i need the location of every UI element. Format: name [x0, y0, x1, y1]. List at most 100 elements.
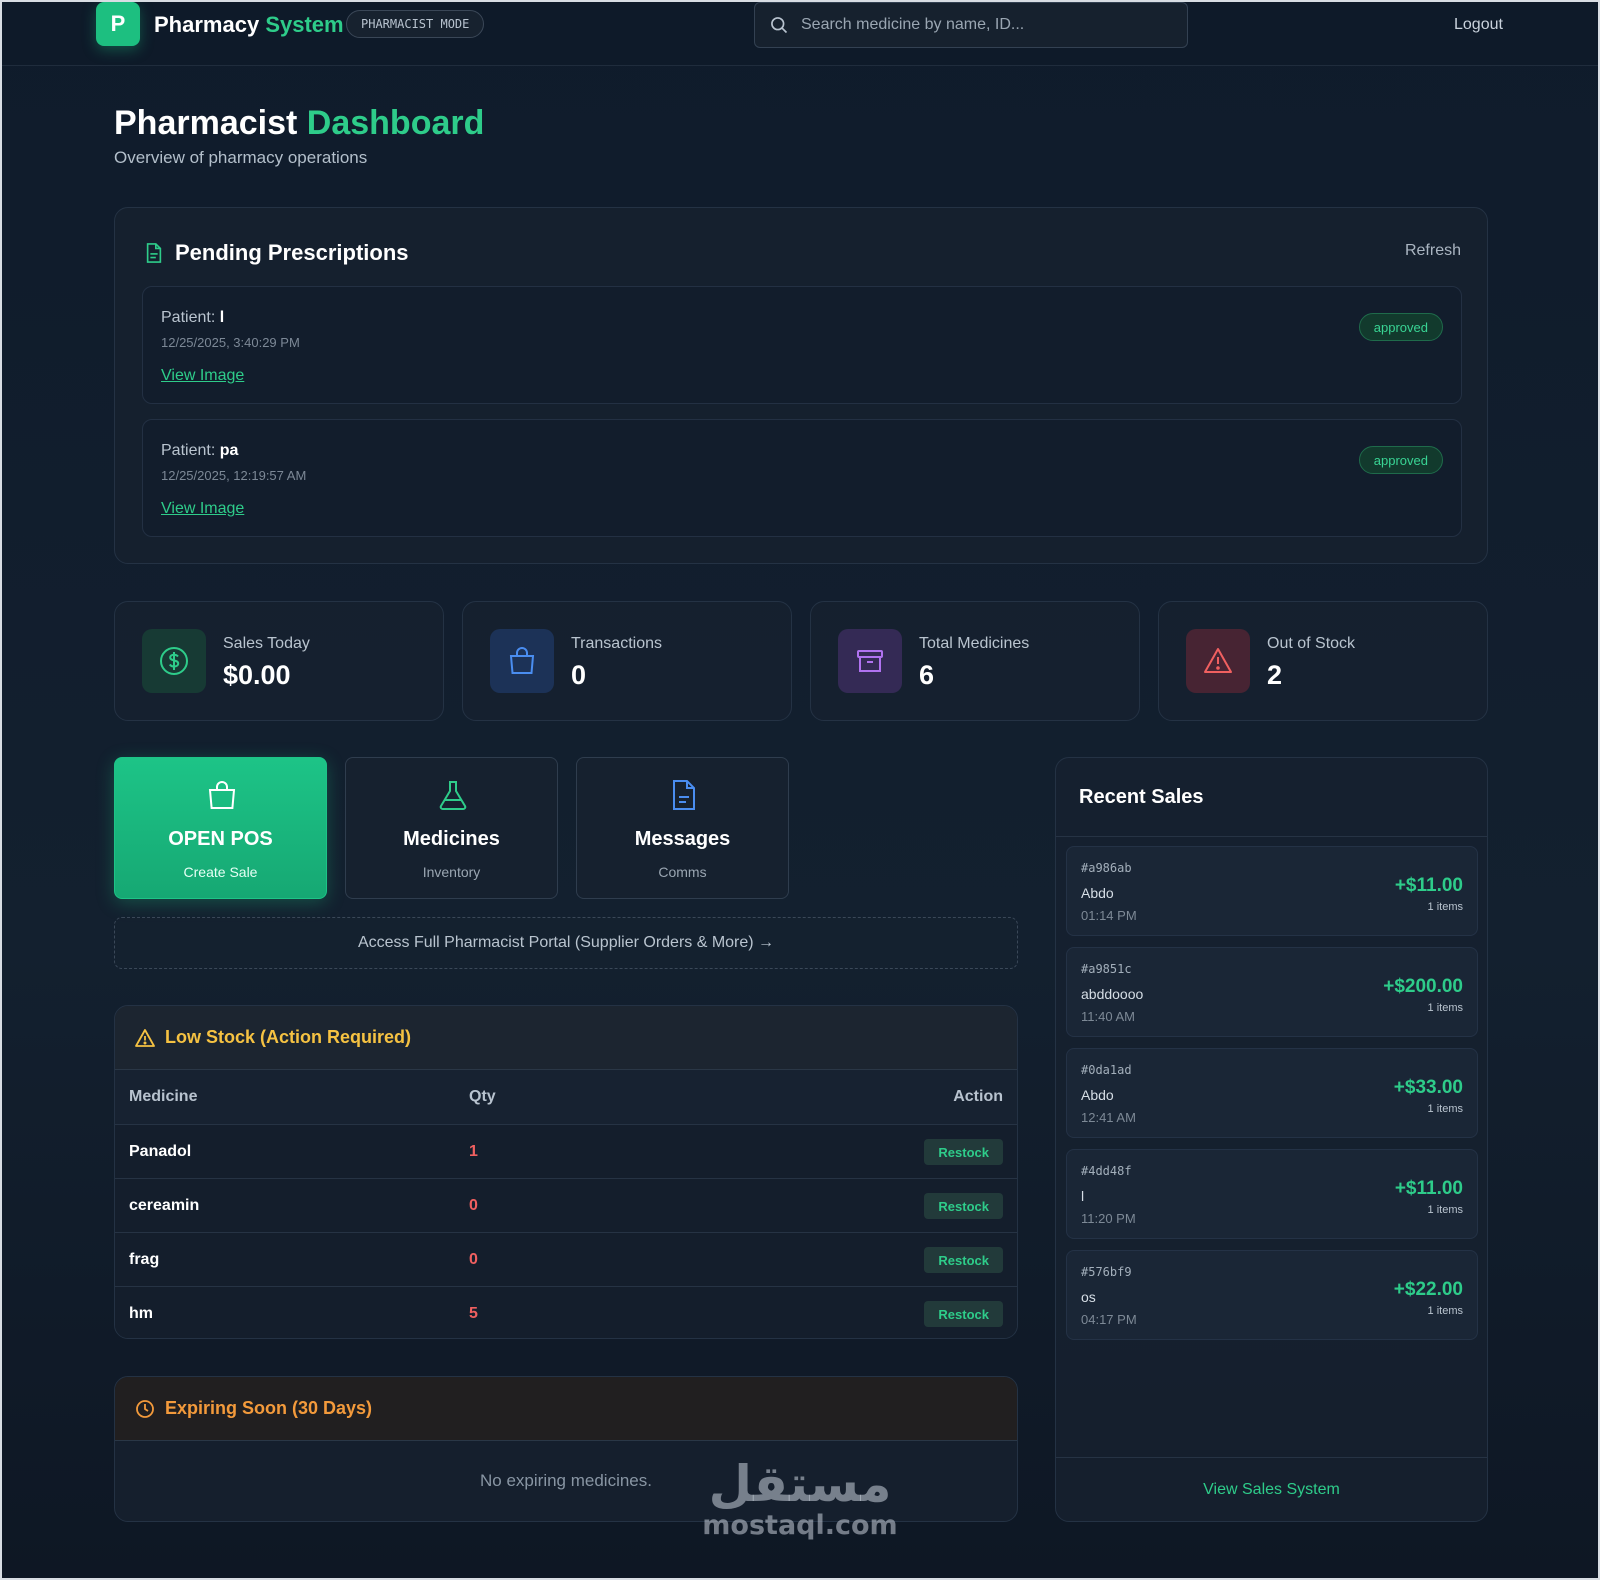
stat-icon-box	[490, 629, 554, 693]
prescriptions-title: Pending Prescriptions	[175, 240, 409, 265]
medicine-qty: 1	[469, 1143, 478, 1160]
sale-item[interactable]: #a986ab Abdo 01:14 PM +$11.00 1 items	[1066, 846, 1478, 936]
stat-icon-box	[838, 629, 902, 693]
low-stock-title: Low Stock (Action Required)	[165, 1027, 412, 1047]
stat-value: 2	[1267, 660, 1283, 690]
medicine-qty: 5	[469, 1305, 478, 1322]
stat-total-medicines: Total Medicines 6	[810, 601, 1140, 721]
open-pos-button[interactable]: OPEN POS Create Sale	[114, 757, 327, 899]
sale-time: 11:20 PM	[1081, 1211, 1136, 1226]
low-stock-card: Low Stock (Action Required) Medicine Qty…	[114, 1005, 1018, 1339]
pharmacist-portal-link[interactable]: Access Full Pharmacist Portal (Supplier …	[114, 917, 1018, 969]
archive-box-icon	[857, 650, 883, 672]
patient-line: Patient: l	[161, 309, 224, 327]
messages-button[interactable]: Messages Comms	[576, 757, 789, 899]
tile-title: Medicines	[403, 828, 500, 850]
watermark: مستقل mostaql.com	[700, 1456, 900, 1540]
refresh-button[interactable]: Refresh	[1405, 242, 1461, 260]
restock-button[interactable]: Restock	[924, 1193, 1003, 1219]
view-sales-system-link[interactable]: View Sales System	[1056, 1457, 1487, 1521]
table-row: Panadol 1 Restock	[115, 1124, 1017, 1179]
shopping-bag-icon	[509, 647, 535, 674]
stat-sales-today: Sales Today $0.00	[114, 601, 444, 721]
medicine-name: hm	[129, 1305, 153, 1322]
sale-time: 12:41 AM	[1081, 1110, 1136, 1125]
sale-id: #a986ab	[1081, 861, 1132, 875]
medicines-button[interactable]: Medicines Inventory	[345, 757, 558, 899]
restock-button[interactable]: Restock	[924, 1247, 1003, 1273]
sale-items-count: 1 items	[1427, 1204, 1463, 1216]
logo-icon[interactable]: P	[96, 2, 140, 46]
medicine-qty: 0	[469, 1197, 478, 1214]
watermark-latin: mostaql.com	[702, 1510, 898, 1541]
table-row: cereamin 0 Restock	[115, 1178, 1017, 1233]
table-row: hm 5 Restock	[115, 1286, 1017, 1338]
warning-triangle-icon	[1204, 648, 1232, 673]
sale-customer: Abdo	[1081, 1087, 1114, 1103]
sale-time: 11:40 AM	[1081, 1009, 1135, 1024]
sale-amount: +$200.00	[1383, 976, 1463, 997]
clock-icon	[136, 1399, 154, 1418]
column-header-qty: Qty	[469, 1088, 496, 1105]
logout-button[interactable]: Logout	[1454, 16, 1503, 34]
stat-value: 0	[571, 660, 587, 690]
column-header-medicine: Medicine	[129, 1088, 198, 1105]
expiring-title: Expiring Soon (30 Days)	[165, 1398, 373, 1418]
patient-line: Patient: pa	[161, 442, 238, 460]
sale-item[interactable]: #0da1ad Abdo 12:41 AM +$33.00 1 items	[1066, 1048, 1478, 1138]
sale-amount: +$11.00	[1394, 875, 1463, 896]
stat-out-of-stock: Out of Stock 2	[1158, 601, 1488, 721]
sale-amount: +$33.00	[1393, 1077, 1463, 1098]
page-title: Pharmacist Dashboard	[114, 104, 484, 143]
mode-badge: PHARMACIST MODE	[346, 10, 485, 38]
watermark-arabic: مستقل	[708, 1455, 892, 1513]
stat-value: 6	[919, 660, 935, 690]
patient-name: l	[219, 309, 225, 326]
sale-id: #576bf9	[1081, 1265, 1132, 1279]
stat-transactions: Transactions 0	[462, 601, 792, 721]
view-image-link[interactable]: View Image	[161, 500, 244, 518]
brand-part2: System	[265, 12, 344, 37]
sale-item[interactable]: #a9851c abddoooo 11:40 AM +$200.00 1 ite…	[1066, 947, 1478, 1037]
stat-icon-box	[1186, 629, 1250, 693]
search-icon	[771, 17, 788, 34]
expiring-header: Expiring Soon (30 Days)	[115, 1377, 1017, 1441]
table-row: frag 0 Restock	[115, 1232, 1017, 1287]
flask-icon	[439, 781, 467, 810]
low-stock-header: Low Stock (Action Required)	[115, 1006, 1017, 1070]
logo-letter: P	[110, 11, 126, 36]
brand-part1: Pharmacy	[154, 12, 260, 37]
table-header: Medicine Qty Action	[115, 1070, 1017, 1124]
restock-button[interactable]: Restock	[924, 1139, 1003, 1165]
patient-label: Patient:	[161, 442, 216, 459]
status-badge: approved	[1358, 446, 1443, 474]
stat-value: $0.00	[223, 660, 291, 690]
sale-items-count: 1 items	[1427, 1002, 1463, 1014]
patient-name: pa	[219, 442, 239, 459]
recent-sales-card: Recent Sales #a986ab Abdo 01:14 PM +$11.…	[1055, 757, 1488, 1522]
sale-item[interactable]: #576bf9 os 04:17 PM +$22.00 1 items	[1066, 1250, 1478, 1340]
tile-title: Messages	[634, 828, 731, 850]
search-input[interactable]	[801, 16, 1187, 34]
sale-id: #a9851c	[1081, 962, 1132, 976]
sale-customer: Abdo	[1081, 885, 1114, 901]
sale-customer: abddoooo	[1081, 986, 1144, 1002]
tile-subtitle: Inventory	[422, 864, 481, 880]
search-box[interactable]	[754, 2, 1188, 48]
sale-items-count: 1 items	[1427, 901, 1463, 913]
sale-items-count: 1 items	[1427, 1305, 1463, 1317]
recent-sales-title: Recent Sales	[1079, 786, 1204, 808]
sale-id: #4dd48f	[1081, 1164, 1132, 1178]
patient-label: Patient:	[161, 309, 216, 326]
status-badge: approved	[1358, 313, 1443, 341]
dollar-icon	[160, 647, 188, 675]
prescription-item: Patient: l 12/25/2025, 3:40:29 PM View I…	[142, 286, 1462, 404]
view-image-link[interactable]: View Image	[161, 367, 244, 385]
tile-subtitle: Create Sale	[183, 864, 258, 880]
stat-label: Out of Stock	[1267, 635, 1356, 652]
sale-item[interactable]: #4dd48f l 11:20 PM +$11.00 1 items	[1066, 1149, 1478, 1239]
restock-button[interactable]: Restock	[924, 1301, 1003, 1327]
column-header-action: Action	[953, 1088, 1003, 1105]
warning-triangle-icon	[135, 1028, 155, 1047]
prescriptions-header: Pending Prescriptions	[145, 240, 409, 266]
